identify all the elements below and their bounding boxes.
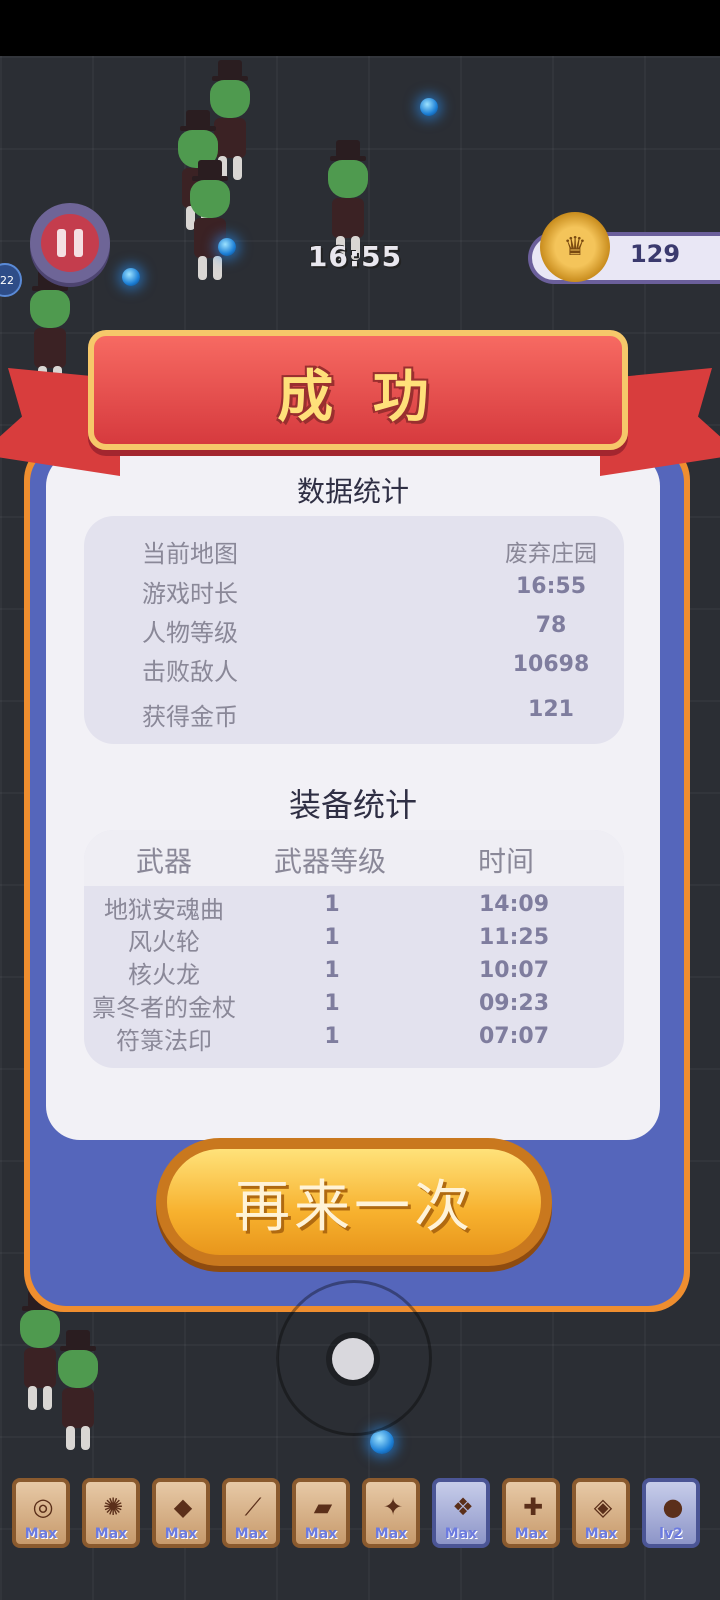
experience-orb [370, 1430, 394, 1454]
retry-button-label: 再来一次 [167, 1149, 541, 1255]
column-header-time: 时间 [477, 845, 534, 878]
skill-slot-10: ● lv2 [642, 1478, 700, 1548]
skill-slot-1: ◎ Max [12, 1478, 70, 1548]
weapon-level: 1 [324, 991, 340, 1016]
skill-slot-4: ⟋ Max [222, 1478, 280, 1548]
stat-value: 16:55 [515, 574, 587, 599]
weapon-time: 11:25 [478, 925, 550, 950]
equipment-heading: 装备统计 [288, 786, 417, 824]
stat-label: 当前地图 [142, 540, 238, 568]
wand-icon: ✦ [382, 1493, 404, 1521]
talisman-icon: ▰ [313, 1493, 333, 1521]
dragon-icon: ◆ [173, 1493, 193, 1521]
weapon-time: 07:07 [478, 1024, 550, 1049]
weapon-name: 核火龙 [128, 961, 200, 989]
stat-value: 10698 [512, 652, 590, 677]
stat-label: 人物等级 [142, 619, 238, 647]
skill-slot-7: ❖ Max [432, 1478, 490, 1548]
weapon-name: 地狱安魂曲 [104, 896, 224, 924]
stat-label: 击败敌人 [142, 658, 238, 686]
stat-value: 78 [535, 613, 567, 638]
column-header-weapon: 武器 [135, 845, 192, 878]
experience-orb [420, 98, 438, 116]
wings-icon: ❖ [452, 1493, 474, 1521]
game-timer: 16:55 [307, 240, 403, 273]
gauntlet-icon: ◈ [593, 1493, 613, 1521]
weapon-level: 1 [324, 958, 340, 983]
weapon-level: 1 [324, 925, 340, 950]
skill-slot-3: ◆ Max [152, 1478, 210, 1548]
skill-slot-9: ◈ Max [572, 1478, 630, 1548]
weapon-time: 10:07 [478, 958, 550, 983]
stat-row-duration: 游戏时长 16:55 [84, 574, 624, 612]
stat-row-kills: 击败敌人 10698 [84, 652, 624, 690]
stat-value: 废弃庄园 [505, 541, 597, 567]
stat-label: 游戏时长 [142, 580, 238, 608]
orb-icon: ● [662, 1493, 684, 1521]
fire-ring-icon: ◎ [32, 1493, 54, 1521]
weapon-time: 09:23 [478, 991, 550, 1016]
skill-slot-6: ✦ Max [362, 1478, 420, 1548]
stat-row-level: 人物等级 78 [84, 613, 624, 651]
retry-button[interactable]: 再来一次 [156, 1138, 552, 1266]
weapon-time: 14:09 [478, 892, 550, 917]
zombie-enemy [48, 1330, 108, 1450]
staff-icon: ⟋ [244, 1493, 262, 1521]
stat-value: 121 [528, 697, 574, 722]
weapon-name: 禀冬者的金杖 [92, 994, 236, 1022]
skill-slot-5: ▰ Max [292, 1478, 350, 1548]
pause-icon [57, 229, 66, 257]
experience-orb [122, 268, 140, 286]
stat-row-map: 当前地图 废弃庄园 [84, 534, 624, 572]
zombie-enemy [180, 160, 240, 280]
weapon-level: 1 [324, 892, 340, 917]
joystick-knob[interactable] [332, 1338, 374, 1380]
stats-heading: 数据统计 [296, 475, 409, 508]
gold-value: 129 [629, 240, 681, 268]
weapon-level: 1 [324, 1024, 340, 1049]
experience-orb [218, 238, 236, 256]
status-bar [0, 0, 720, 56]
skill-slot-2: ✺ Max [82, 1478, 140, 1548]
column-header-weapon-level: 武器等级 [273, 845, 386, 878]
stat-label: 获得金币 [142, 703, 238, 731]
wheel-icon: ✺ [102, 1493, 124, 1521]
weapon-name: 风火轮 [128, 928, 200, 956]
weapon-name: 符箓法印 [116, 1027, 212, 1055]
skill-slot-8: ✚ Max [502, 1478, 560, 1548]
crown-coin-icon: ♛ [540, 212, 610, 282]
pause-button[interactable] [30, 203, 110, 283]
dialog-title: 成 功 [277, 365, 439, 430]
torch-icon: ✚ [522, 1493, 544, 1521]
stat-row-gold: 获得金币 121 [84, 697, 624, 735]
